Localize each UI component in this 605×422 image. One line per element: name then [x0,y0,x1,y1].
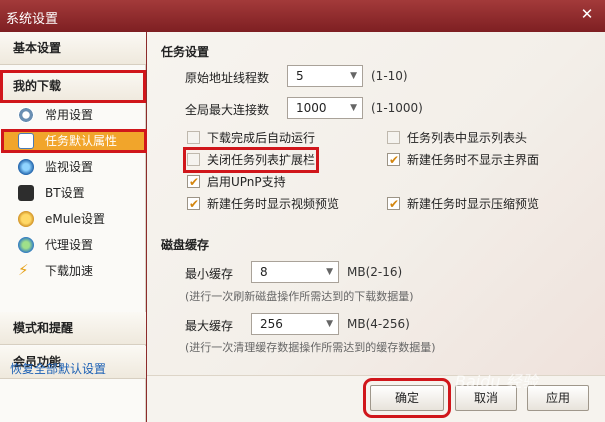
upnp-checkbox[interactable]: 启用UPnP支持 [187,173,286,191]
sidebar-item-common[interactable]: 常用设置 [18,104,138,126]
sidebar-item-proxy[interactable]: 代理设置 [18,234,138,256]
checkbox-label: 启用UPnP支持 [207,175,286,189]
sidebar-item-monitor[interactable]: 监视设置 [18,156,138,178]
sidebar-item-label: 常用设置 [45,108,94,122]
max-cache-hint: (进行一次清理缓存数据操作所需达到的缓存数据量) [185,341,436,354]
min-cache-hint: (进行一次刷新磁盘操作所需达到的下载数据量) [185,290,414,303]
checkbox-box [387,131,400,144]
connections-select[interactable]: 1000 ▼ [287,97,363,119]
sidebar-item-emule[interactable]: eMule设置 [18,208,138,230]
show-list-header-checkbox[interactable]: 任务列表中显示列表头 [387,129,527,147]
sidebar-item-label: 任务默认属性 [45,134,118,148]
connections-value: 1000 [296,101,327,115]
sidebar-item-label: BT设置 [45,186,85,200]
chevron-down-icon: ▼ [350,103,357,113]
max-cache-value: 256 [260,317,283,331]
checkbox-box [187,173,200,191]
sidebar-item-label: 代理设置 [45,238,94,252]
threads-label: 原始地址线程数 [185,71,270,85]
lightning-icon: ⚡ [18,261,29,279]
min-cache-value: 8 [260,265,268,279]
sidebar-item-label: 下载加速 [45,264,94,278]
restore-defaults-link[interactable]: 恢复全部默认设置 [10,360,106,377]
sidebar-item-label: 监视设置 [45,160,94,174]
connections-label: 全局最大连接数 [185,103,270,117]
task-settings-heading: 任务设置 [161,45,210,59]
max-cache-label: 最大缓存 [185,319,234,333]
sidebar-section-downloads[interactable]: 我的下载 [0,70,146,103]
window-title: 系统设置 [6,12,59,27]
checkbox-box [187,131,200,144]
title-bar: 系统设置 ✕ [0,0,605,32]
max-cache-select[interactable]: 256 ▼ [251,313,339,335]
sidebar-section-basic[interactable]: 基本设置 [0,32,146,65]
auto-run-checkbox[interactable]: 下载完成后自动运行 [187,129,315,147]
sidebar-item-label: eMule设置 [45,212,106,226]
emule-icon [18,211,34,227]
sidebar-item-bt[interactable]: BT设置 [18,182,138,204]
checkbox-label: 下载完成后自动运行 [207,131,316,145]
monitor-icon [18,159,34,175]
video-preview-checkbox[interactable]: 新建任务时显示视频预览 [187,195,339,213]
bt-icon [18,185,34,201]
threads-select[interactable]: 5 ▼ [287,65,363,87]
max-cache-range: MB(4-256) [347,317,410,331]
close-extension-bar-checkbox[interactable]: 关闭任务列表扩展栏 [182,147,320,173]
sidebar-item-accelerate[interactable]: ⚡ 下载加速 [18,260,138,282]
chevron-down-icon: ▼ [350,71,357,81]
watermark: Baidu 经验 [455,372,538,391]
checkbox-box [187,153,200,166]
checkbox-box [387,195,400,213]
checkbox-label: 任务列表中显示列表头 [407,131,528,145]
checkbox-label: 新建任务时不显示主界面 [407,153,540,167]
hide-main-window-checkbox[interactable]: 新建任务时不显示主界面 [387,151,539,169]
checkbox-label: 关闭任务列表扩展栏 [207,153,316,167]
connections-range: (1-1000) [371,101,423,115]
sidebar-item-task-defaults[interactable]: 任务默认属性 [1,129,147,153]
checkbox-box [187,195,200,213]
task-list-icon [18,133,34,149]
min-cache-label: 最小缓存 [185,267,234,281]
close-button[interactable]: ✕ [575,4,599,24]
ok-button[interactable]: 确定 [363,378,451,418]
settings-panel: 任务设置 原始地址线程数 5 ▼ (1-10) 全局最大连接数 1000 ▼ (… [147,32,605,375]
min-cache-range: MB(2-16) [347,265,403,279]
sidebar-section-mode[interactable]: 模式和提醒 [0,312,146,345]
archive-preview-checkbox[interactable]: 新建任务时显示压缩预览 [387,195,539,213]
checkbox-label: 新建任务时显示压缩预览 [407,197,540,211]
disk-cache-heading: 磁盘缓存 [161,238,210,252]
gear-icon [18,107,34,123]
proxy-icon [18,237,34,253]
chevron-down-icon: ▼ [326,319,333,329]
chevron-down-icon: ▼ [326,267,333,277]
checkbox-box [387,151,400,169]
min-cache-select[interactable]: 8 ▼ [251,261,339,283]
threads-range: (1-10) [371,69,408,83]
threads-value: 5 [296,69,304,83]
checkbox-label: 新建任务时显示视频预览 [207,197,340,211]
